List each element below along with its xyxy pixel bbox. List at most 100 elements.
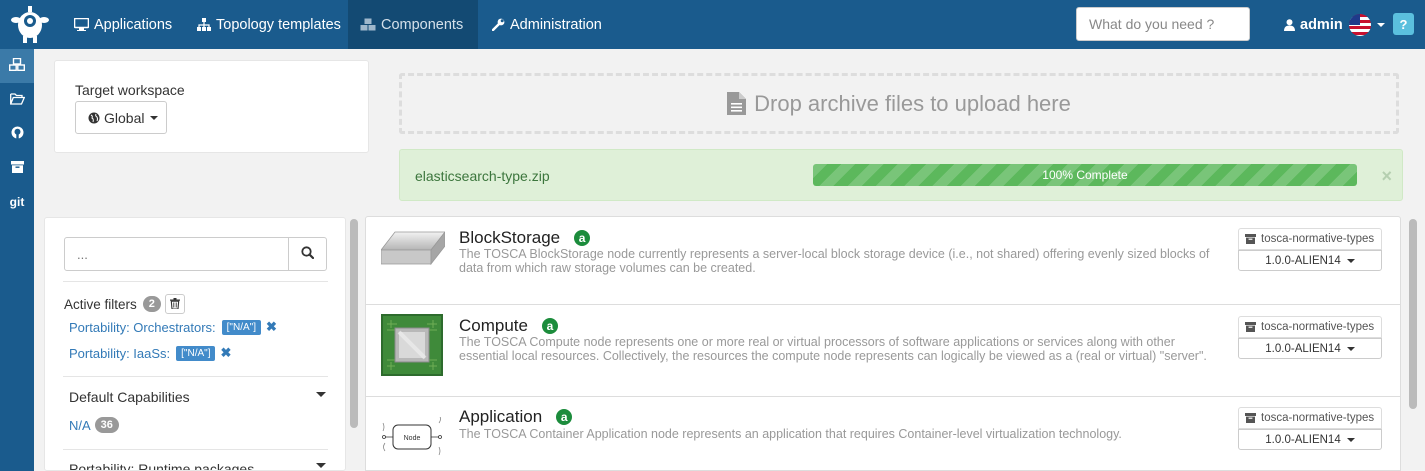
component-name-text: BlockStorage [459,228,561,247]
component-row-compute[interactable]: Compute a The TOSCA Compute node represe… [366,305,1400,397]
archive-label: tosca-normative-types [1238,316,1382,338]
nav-administration-label: Administration [510,16,602,33]
global-search-input[interactable] [1076,7,1250,41]
trash-icon [169,297,180,312]
archive-name: tosca-normative-types [1261,233,1375,245]
facet-value-label: N/A [69,417,91,433]
facet-value-na[interactable]: N/A 36 [69,417,119,433]
archive-dropzone[interactable]: Drop archive files to upload here [399,73,1399,134]
upload-progress-bar: 100% Complete [813,164,1357,186]
workspace-label: Target workspace [75,82,185,98]
wrench-icon [492,18,505,31]
filter-value-tag: ["N/A"] [176,345,216,361]
chevron-down-icon [1346,437,1355,442]
version-label: 1.0.0-ALIEN14 [1265,254,1341,267]
sidebar-item-github[interactable] [0,117,34,151]
divider [63,376,328,377]
component-description: The TOSCA BlockStorage node currently re… [459,247,1210,275]
alien-badge-icon: a [574,230,591,246]
archive-icon [1245,413,1256,423]
nav-components-label: Components [381,16,464,33]
facet-default-capabilities-title[interactable]: Default Capabilities [69,389,190,405]
file-icon [727,92,747,115]
compute-chip-icon [381,314,443,379]
facet-value-count: 36 [94,417,119,433]
top-navbar: Applications Topology templates Componen… [0,0,1425,49]
component-row-application[interactable]: Node Application a The TOSCA Container A… [366,397,1400,470]
search-button[interactable] [288,237,327,271]
chevron-down-icon [150,115,159,120]
component-list: BlockStorage a The TOSCA BlockStorage no… [365,216,1401,471]
chevron-down-icon[interactable] [310,463,326,468]
sidebar-item-folder[interactable] [0,83,34,117]
version-dropdown[interactable]: 1.0.0-ALIEN14 [1238,250,1382,271]
divider [63,281,328,282]
component-row-blockstorage[interactable]: BlockStorage a The TOSCA BlockStorage no… [366,217,1400,305]
help-label: ? [1399,16,1408,32]
node-icon-label: Node [404,435,421,442]
component-name-text: Compute [459,316,528,335]
clear-filters-button[interactable] [164,294,185,314]
component-search-input[interactable] [64,237,290,271]
github-icon [11,126,24,142]
archive-label: tosca-normative-types [1238,407,1382,429]
application-node-icon: Node [379,414,445,464]
facet-runtime-packages-title[interactable]: Portability: Runtime packages [69,461,254,470]
search-icon [301,246,315,262]
component-list-scrollbar[interactable] [1409,219,1417,409]
user-name: admin [1300,16,1343,33]
filter-value-tag: ["N/A"] [221,319,261,335]
active-filters-header: Active filters 2 [64,294,185,314]
component-description: The TOSCA Container Application node rep… [459,427,1122,441]
git-icon: git [9,195,25,209]
nav-applications[interactable]: Applications [62,0,184,49]
workspace-panel: Target workspace Global [54,60,369,153]
version-label: 1.0.0-ALIEN14 [1265,433,1341,446]
user-icon [1284,18,1295,31]
nav-applications-label: Applications [94,16,173,33]
sidebar-item-components[interactable] [0,49,34,83]
user-menu[interactable]: admin [1284,0,1385,49]
active-filter-orchestrators: Portability: Orchestrators: ["N/A"] ✖ [69,319,277,335]
version-dropdown[interactable]: 1.0.0-ALIEN14 [1238,338,1382,359]
chevron-down-icon[interactable] [310,392,326,397]
alien-badge-icon: a [556,409,573,425]
alien-badge-icon: a [541,318,558,334]
nav-components[interactable]: Components [348,0,478,49]
archive-icon [1245,322,1256,332]
archive-name: tosca-normative-types [1261,321,1375,333]
active-filters-label: Active filters [64,296,137,312]
sitemap-icon [197,18,211,31]
left-sidebar: git [0,49,34,471]
dropzone-text: Drop archive files to upload here [754,90,1071,116]
archive-label: tosca-normative-types [1238,228,1382,250]
workspace-dropdown[interactable]: Global [75,101,167,134]
remove-filter-icon[interactable]: ✖ [220,345,231,361]
archive-icon [1245,234,1256,244]
us-flag-icon [1348,13,1371,36]
nav-administration[interactable]: Administration [480,0,614,49]
nav-topology-templates-label: Topology templates [216,16,341,33]
nav-topology-templates[interactable]: Topology templates [185,0,353,49]
chevron-down-icon [1346,346,1355,351]
close-icon[interactable]: × [1381,166,1392,187]
archive-icon [10,160,24,176]
cubes-icon [360,18,376,31]
block-storage-icon [380,226,446,271]
component-name: Compute a [459,316,558,336]
filter-scrollbar[interactable] [350,219,358,428]
globe-icon [88,112,100,124]
alien4cloud-logo[interactable] [8,3,52,45]
chevron-down-icon [1376,22,1385,27]
version-dropdown[interactable]: 1.0.0-ALIEN14 [1238,429,1382,450]
filter-label: Portability: Orchestrators: [69,319,216,335]
sidebar-item-archive[interactable] [0,151,34,185]
divider [63,449,328,450]
help-button[interactable]: ? [1393,13,1414,35]
component-name-text: Application [459,407,543,426]
remove-filter-icon[interactable]: ✖ [266,319,277,335]
version-label: 1.0.0-ALIEN14 [1265,342,1341,355]
archive-name: tosca-normative-types [1261,412,1375,424]
sidebar-item-git[interactable]: git [0,185,34,219]
active-filter-iaass: Portability: IaaSs: ["N/A"] ✖ [69,345,231,361]
